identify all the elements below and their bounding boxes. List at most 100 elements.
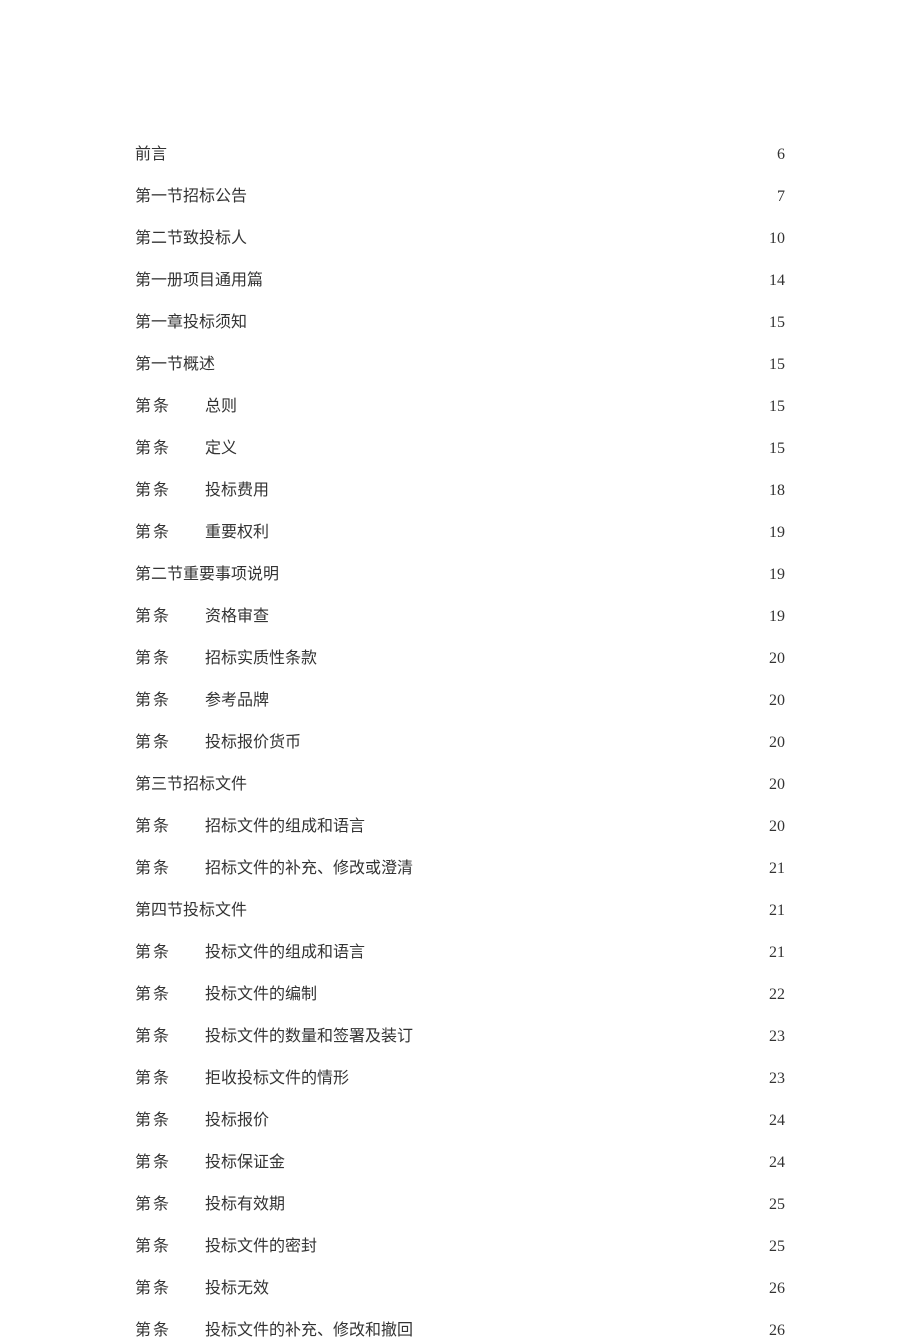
- toc-entry-label: 第条招标文件的补充、修改或澄清: [135, 854, 413, 878]
- toc-entry-label: 第条招标实质性条款: [135, 644, 317, 668]
- toc-page-number: 21: [763, 944, 785, 962]
- toc-page-number: 19: [763, 566, 785, 584]
- toc-page-number: 18: [763, 482, 785, 500]
- toc-row: 第条投标费用 18: [135, 476, 785, 500]
- toc-entry-text: 投标无效: [205, 1280, 269, 1297]
- toc-page-number: 10: [763, 230, 785, 248]
- toc-entry-prefix: 第条: [135, 1232, 205, 1256]
- toc-entry-text: 投标保证金: [205, 1154, 285, 1171]
- toc-row: 第条投标文件的数量和签署及装订 23: [135, 1022, 785, 1046]
- toc-row: 前言6: [135, 140, 785, 164]
- toc-entry-label: 第一节招标公告: [135, 182, 247, 206]
- toc-page-number: 24: [763, 1154, 785, 1172]
- toc-entry-text: 投标文件的编制: [205, 986, 317, 1003]
- toc-row: 第一节招标公告 7: [135, 182, 785, 206]
- toc-entry-label: 第条投标有效期: [135, 1190, 285, 1214]
- toc-page-number: 21: [763, 860, 785, 878]
- toc-entry-prefix: 第条: [135, 476, 205, 500]
- toc-entry-label: 第条拒收投标文件的情形: [135, 1064, 349, 1088]
- toc-entry-text: 投标费用: [205, 482, 269, 499]
- toc-entry-text: 资格审查: [205, 608, 269, 625]
- toc-page-number: 23: [763, 1070, 785, 1088]
- toc-entry-text: 拒收投标文件的情形: [205, 1070, 349, 1087]
- toc-entry-prefix: 第条: [135, 1022, 205, 1046]
- toc-row: 第条投标有效期25: [135, 1190, 785, 1214]
- toc-page-number: 15: [763, 356, 785, 374]
- toc-entry-text: 投标文件的密封: [205, 1238, 317, 1255]
- toc-row: 第二节致投标人 10: [135, 224, 785, 248]
- toc-entry-prefix: 第条: [135, 1064, 205, 1088]
- toc-page-number: 19: [763, 524, 785, 542]
- toc-entry-label: 第二节致投标人: [135, 224, 247, 248]
- toc-entry-label: 第条投标文件的补充、修改和撤回: [135, 1316, 413, 1340]
- toc-entry-text: 第一节概述: [135, 356, 215, 373]
- toc-entry-text: 总则: [205, 398, 237, 415]
- toc-entry-prefix: 第条: [135, 1316, 205, 1340]
- toc-entry-label: 第条投标文件的组成和语言: [135, 938, 365, 962]
- toc-entry-prefix: 第条: [135, 392, 205, 416]
- toc-row: 第条总则15: [135, 392, 785, 416]
- toc-page-number: 20: [763, 818, 785, 836]
- toc-entry-prefix: 第条: [135, 1148, 205, 1172]
- toc-row: 第条招标文件的组成和语言 20: [135, 812, 785, 836]
- toc-page-number: 26: [763, 1280, 785, 1298]
- toc-entry-prefix: 第条: [135, 812, 205, 836]
- toc-page-number: 7: [763, 188, 785, 206]
- toc-entry-text: 招标文件的组成和语言: [205, 818, 365, 835]
- toc-entry-prefix: 第条: [135, 686, 205, 710]
- toc-row: 第条投标保证金 24: [135, 1148, 785, 1172]
- toc-row: 第一册项目通用篇 14: [135, 266, 785, 290]
- toc-entry-text: 第一册项目通用篇: [135, 272, 263, 289]
- toc-entry-label: 第条投标无效: [135, 1274, 269, 1298]
- toc-page-number: 23: [763, 1028, 785, 1046]
- toc-entry-label: 第条重要权利: [135, 518, 269, 542]
- toc-entry-label: 前言: [135, 140, 167, 164]
- toc-row: 第条招标实质性条款20: [135, 644, 785, 668]
- toc-entry-label: 第条资格审查: [135, 602, 269, 626]
- toc-entry-text: 第二节重要事项说明: [135, 566, 279, 583]
- toc-entry-label: 第条投标保证金: [135, 1148, 285, 1172]
- toc-row: 第条重要权利 19: [135, 518, 785, 542]
- toc-row: 第条投标文件的补充、修改和撤回26: [135, 1316, 785, 1340]
- toc-row: 第条招标文件的补充、修改或澄清 21: [135, 854, 785, 878]
- toc-entry-text: 定义: [205, 440, 237, 457]
- toc-row: 第条资格审查19: [135, 602, 785, 626]
- toc-page-number: 22: [763, 986, 785, 1004]
- toc-entry-text: 投标文件的组成和语言: [205, 944, 365, 961]
- toc-entry-label: 第条参考品牌: [135, 686, 269, 710]
- toc-entry-text: 投标文件的数量和签署及装订: [205, 1028, 413, 1045]
- table-of-contents: 前言6第一节招标公告7第二节致投标人10第一册项目通用篇14第一章投标须知15第…: [135, 140, 785, 1340]
- toc-entry-text: 第二节致投标人: [135, 230, 247, 247]
- toc-entry-prefix: 第条: [135, 1106, 205, 1130]
- toc-entry-label: 第一节概述: [135, 350, 215, 374]
- toc-entry-label: 第条招标文件的组成和语言: [135, 812, 365, 836]
- toc-entry-label: 第条投标文件的数量和签署及装订: [135, 1022, 413, 1046]
- toc-entry-label: 第条投标费用: [135, 476, 269, 500]
- toc-entry-text: 招标实质性条款: [205, 650, 317, 667]
- toc-page-number: 24: [763, 1112, 785, 1130]
- toc-entry-prefix: 第条: [135, 602, 205, 626]
- toc-page-number: 14: [763, 272, 785, 290]
- toc-row: 第条投标报价货币20: [135, 728, 785, 752]
- toc-entry-label: 第条投标报价: [135, 1106, 269, 1130]
- toc-entry-prefix: 第条: [135, 728, 205, 752]
- toc-entry-prefix: 第条: [135, 980, 205, 1004]
- toc-entry-prefix: 第条: [135, 1274, 205, 1298]
- toc-entry-label: 第三节招标文件: [135, 770, 247, 794]
- toc-row: 第条拒收投标文件的情形 23: [135, 1064, 785, 1088]
- toc-row: 第二节重要事项说明 19: [135, 560, 785, 584]
- toc-entry-prefix: 第条: [135, 518, 205, 542]
- toc-entry-text: 投标文件的补充、修改和撤回: [205, 1322, 413, 1339]
- toc-entry-text: 投标有效期: [205, 1196, 285, 1213]
- toc-page-number: 21: [763, 902, 785, 920]
- toc-entry-text: 前言: [135, 146, 167, 163]
- toc-entry-prefix: 第条: [135, 434, 205, 458]
- toc-page-number: 25: [763, 1238, 785, 1256]
- toc-row: 第四节投标文件21: [135, 896, 785, 920]
- toc-row: 第条定义15: [135, 434, 785, 458]
- toc-entry-prefix: 第条: [135, 938, 205, 962]
- toc-entry-text: 第一节招标公告: [135, 188, 247, 205]
- toc-row: 第条投标文件的编制 22: [135, 980, 785, 1004]
- toc-row: 第条投标文件的密封 25: [135, 1232, 785, 1256]
- toc-entry-text: 投标报价货币: [205, 734, 301, 751]
